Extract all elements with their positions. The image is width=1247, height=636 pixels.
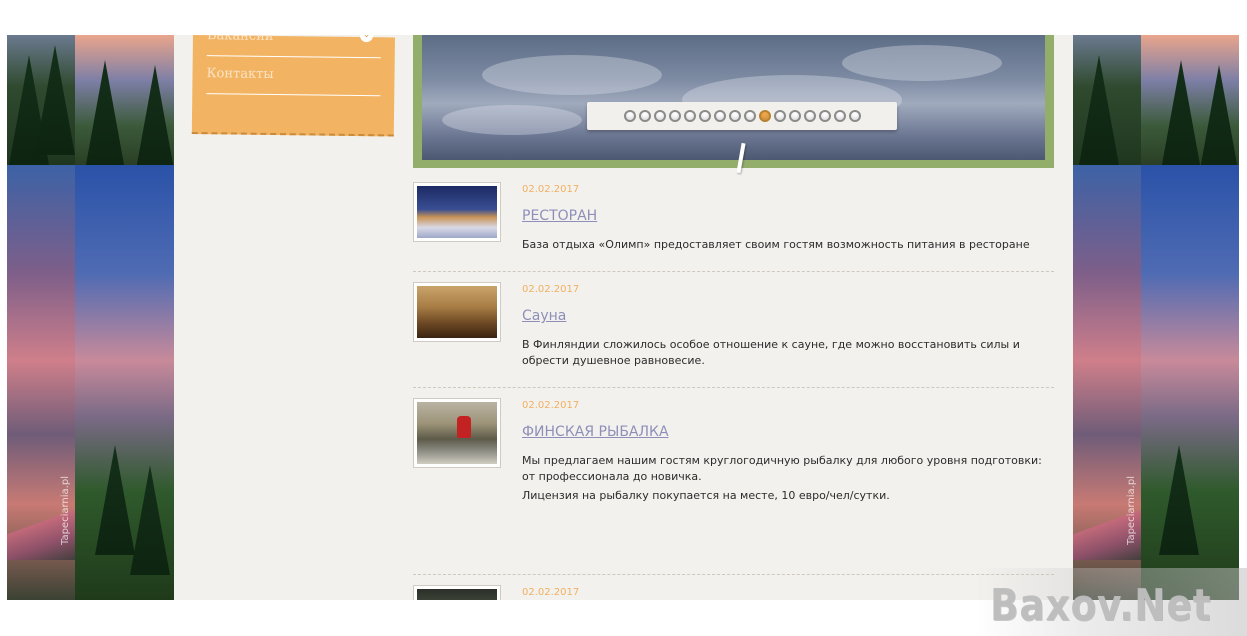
- wallpaper-watermark: Tapeciarnia.pl: [59, 476, 71, 545]
- slider-dot[interactable]: [698, 110, 711, 122]
- background-wallpaper-left: Tapeciarnia.pl: [7, 35, 174, 600]
- wallpaper-watermark: Tapeciarnia.pl: [1125, 476, 1137, 545]
- news-date: 02.02.2017: [522, 284, 580, 295]
- pine-tree: [35, 45, 75, 155]
- news-date: 02.02.2017: [522, 184, 580, 195]
- slider-dot[interactable]: [728, 110, 741, 122]
- slider-dot[interactable]: [818, 110, 831, 122]
- news-text-line: Лицензия на рыбалку покупается на месте,…: [522, 489, 890, 502]
- divider: [413, 387, 1054, 388]
- news-thumbnail[interactable]: [413, 282, 501, 342]
- pine-tree: [1079, 55, 1119, 165]
- news-text: Мы предлагаем нашим гостям круглогодичну…: [522, 454, 1042, 483]
- wallpaper-tile: [7, 35, 75, 165]
- slider-dot[interactable]: [848, 110, 861, 122]
- slider-dot[interactable]: [788, 110, 801, 122]
- slider-image: [422, 35, 1045, 160]
- wallpaper-tile: [1073, 35, 1141, 165]
- slider-dot[interactable]: [668, 110, 681, 122]
- wallpaper-tile: [75, 165, 174, 600]
- slider-dot[interactable]: [623, 110, 636, 122]
- slider-pagination: [587, 102, 897, 130]
- pine-tree: [95, 445, 135, 555]
- news-thumbnail[interactable]: [413, 182, 501, 242]
- wallpaper-tile: Tapeciarnia.pl: [7, 165, 75, 600]
- divider: [413, 271, 1054, 272]
- wallpaper-tile: Tapeciarnia.pl: [1073, 165, 1141, 600]
- slider-dot[interactable]: [683, 110, 696, 122]
- pine-tree: [1199, 65, 1239, 165]
- wallpaper-tile: [1141, 165, 1239, 600]
- slider-dot[interactable]: [653, 110, 666, 122]
- news-title-link[interactable]: РЕСТОРАН: [522, 208, 597, 224]
- site-watermark: Baxov.Net: [975, 568, 1247, 636]
- image-slider: [413, 35, 1054, 168]
- pine-tree: [85, 60, 125, 165]
- main-content: Вакансии ⌄ Контакты 02.02.2017 РЕСТОРАН …: [174, 35, 1073, 600]
- pine-tree: [135, 65, 174, 165]
- pine-tree: [130, 465, 170, 575]
- watermark-text: Baxov.Net: [989, 580, 1211, 631]
- wallpaper-tile: [75, 35, 174, 165]
- news-thumbnail[interactable]: [413, 585, 501, 600]
- slider-dot[interactable]: [743, 110, 756, 122]
- news-date: 02.02.2017: [522, 587, 580, 598]
- pine-tree: [1161, 60, 1201, 165]
- news-thumbnail[interactable]: [413, 398, 501, 468]
- chevron-down-icon[interactable]: ⌄: [359, 35, 374, 43]
- slider-dot[interactable]: [638, 110, 651, 122]
- sidebar-item-contacts[interactable]: Контакты: [206, 55, 381, 97]
- news-date: 02.02.2017: [522, 400, 580, 411]
- slider-dot[interactable]: [758, 110, 771, 122]
- slider-dot[interactable]: [773, 110, 786, 122]
- divider: [413, 574, 1054, 575]
- slider-dot[interactable]: [833, 110, 846, 122]
- wallpaper-tile: [1141, 35, 1239, 165]
- sidebar-item-label: Контакты: [206, 66, 274, 82]
- background-wallpaper-right: Tapeciarnia.pl: [1073, 35, 1239, 600]
- news-title-link[interactable]: ФИНСКАЯ РЫБАЛКА: [522, 424, 669, 440]
- slider-dot[interactable]: [713, 110, 726, 122]
- sidebar-item-label: Вакансии: [206, 35, 274, 44]
- news-title-link[interactable]: Сауна: [522, 308, 566, 324]
- slider-dot[interactable]: [803, 110, 816, 122]
- sidebar-menu: Вакансии ⌄ Контакты: [191, 35, 395, 137]
- news-text: В Финляндии сложилось особое отношение к…: [522, 338, 1020, 367]
- pine-tree: [1159, 445, 1199, 555]
- news-text: База отдыха «Олимп» предоставляет своим …: [522, 238, 1030, 251]
